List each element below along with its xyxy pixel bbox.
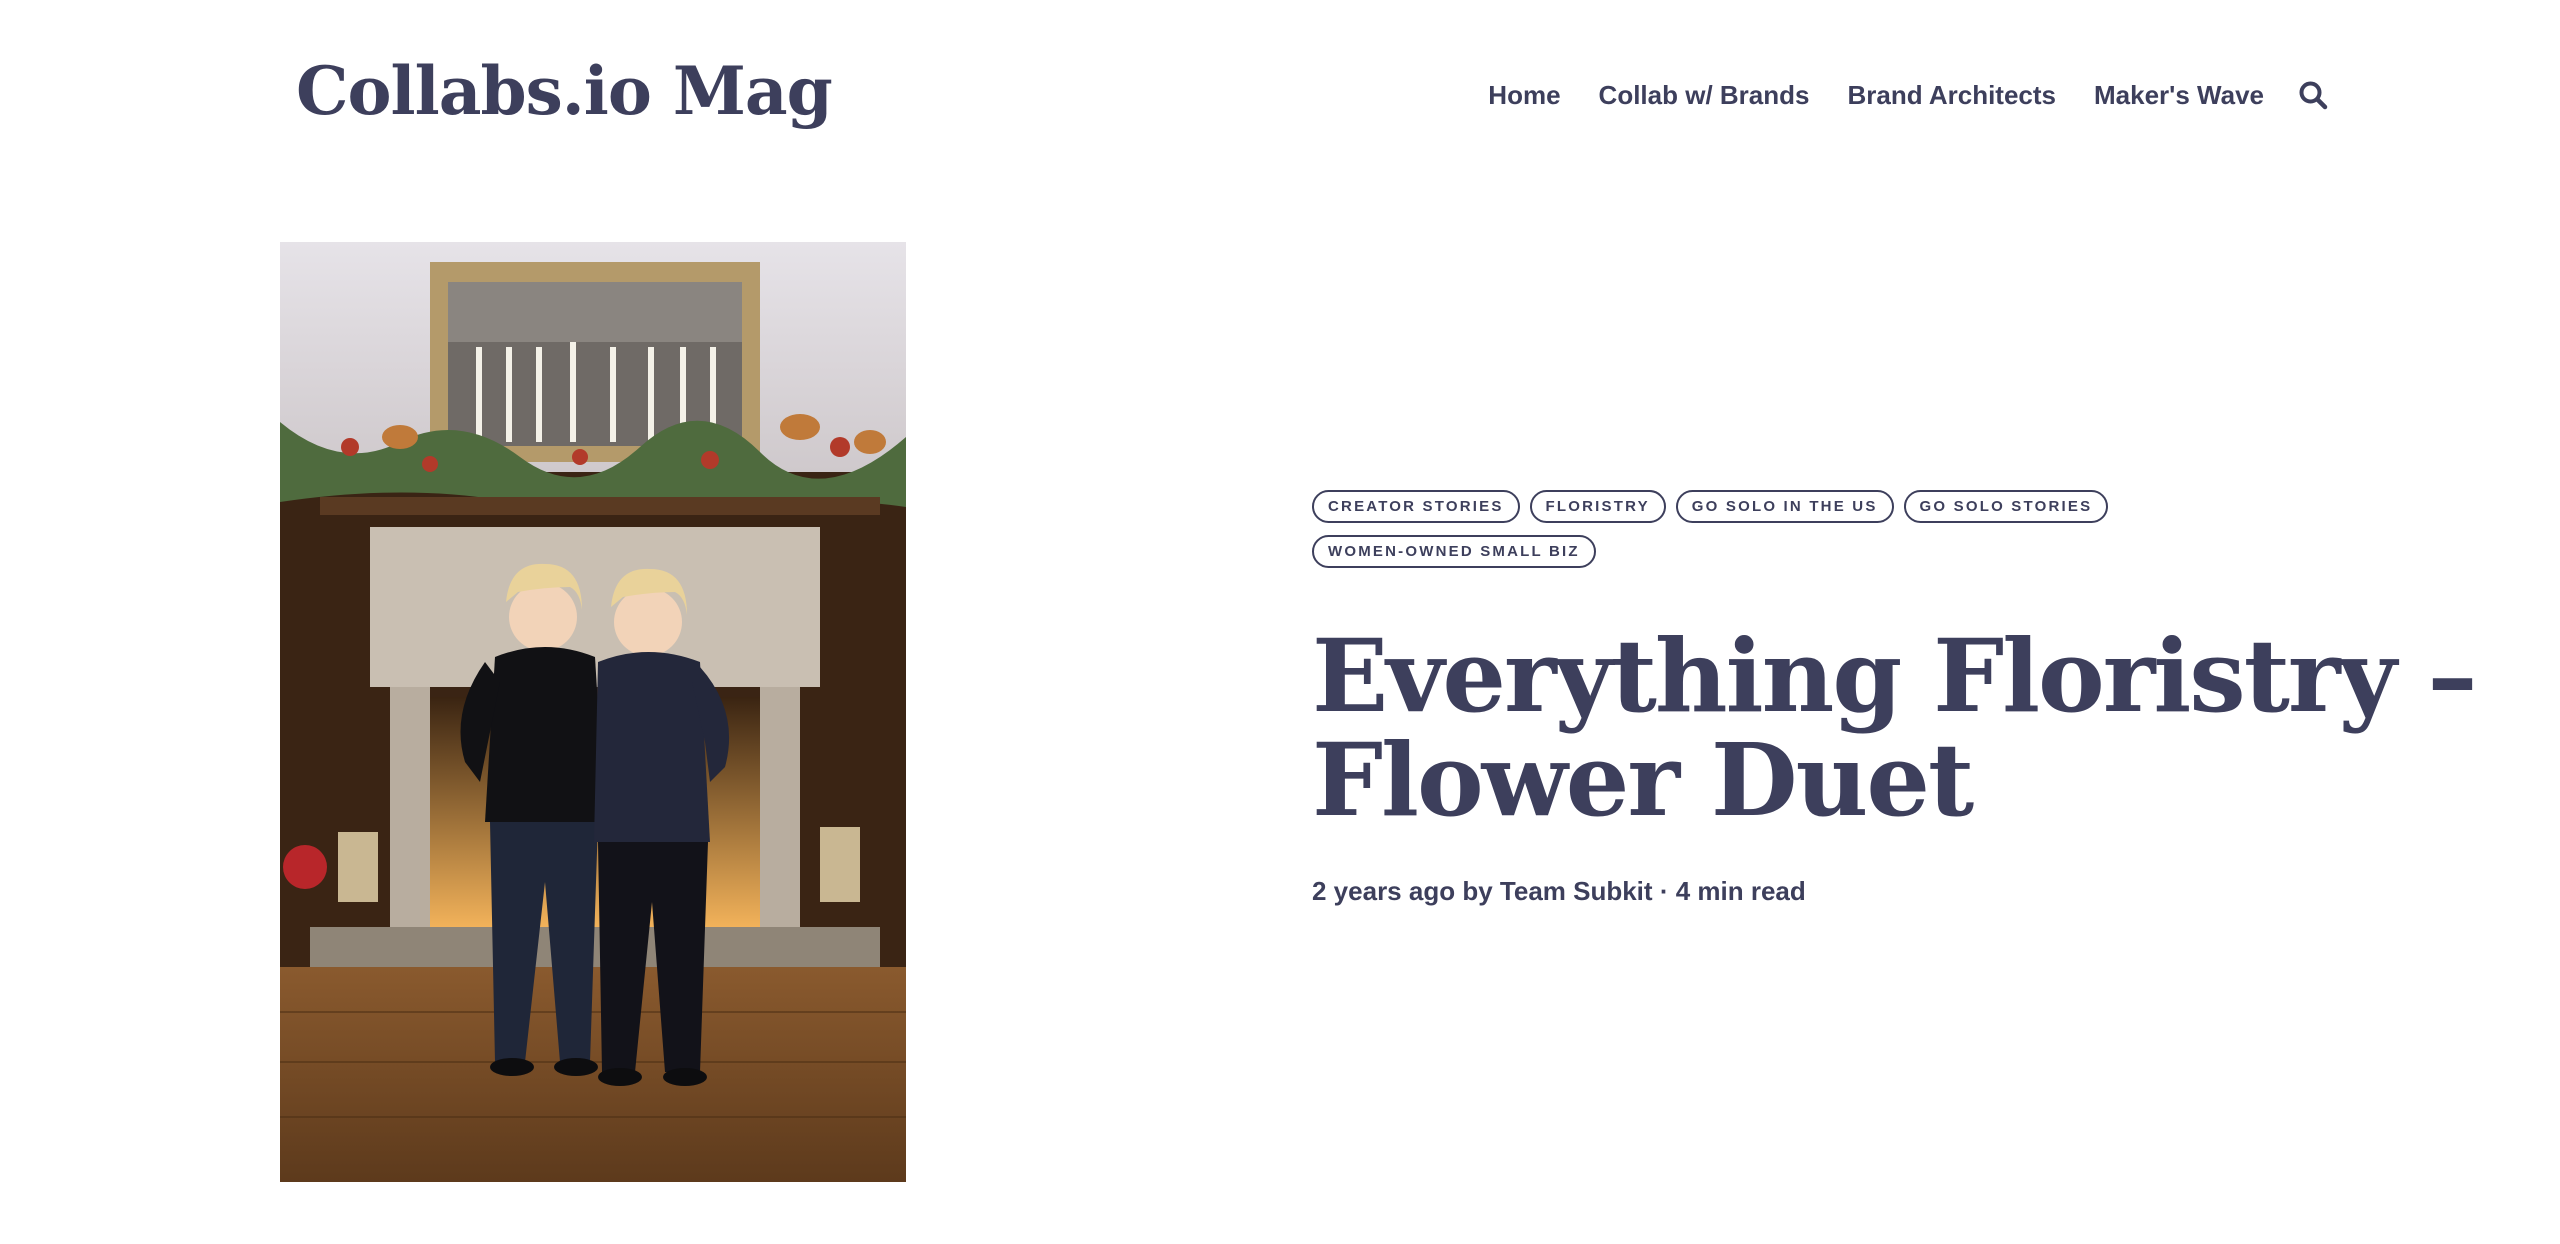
- featured-image: [280, 242, 906, 1182]
- article-read-time: 4 min read: [1675, 876, 1806, 906]
- featured-photo-illustration: [280, 242, 906, 1182]
- meta-separator: ·: [1659, 876, 1669, 906]
- tag-creator-stories[interactable]: CREATOR STORIES: [1312, 490, 1520, 523]
- tag-list: CREATOR STORIES FLORISTRY GO SOLO IN THE…: [1312, 490, 2132, 568]
- main-nav: Home Collab w/ Brands Brand Architects M…: [1488, 78, 2330, 112]
- article-meta: 2 years ago by Team Subkit · 4 min read: [1312, 876, 2542, 907]
- article-header: CREATOR STORIES FLORISTRY GO SOLO IN THE…: [1312, 490, 2542, 907]
- nav-item-brand-architects[interactable]: Brand Architects: [1847, 80, 2056, 111]
- nav-item-makers-wave[interactable]: Maker's Wave: [2094, 80, 2264, 111]
- page: Collabs.io Mag Home Collab w/ Brands Bra…: [0, 0, 2560, 1244]
- article-by: by: [1462, 876, 1493, 906]
- site-logo[interactable]: Collabs.io Mag: [296, 58, 833, 124]
- tag-go-solo-in-the-us[interactable]: GO SOLO IN THE US: [1675, 490, 1894, 523]
- article-author-link[interactable]: Team Subkit: [1500, 876, 1653, 906]
- tag-go-solo-stories[interactable]: GO SOLO STORIES: [1903, 490, 2109, 523]
- article-title: Everything Floristry – Flower Duet: [1312, 617, 2478, 839]
- article-time-ago: 2 years ago: [1312, 876, 1456, 906]
- tag-women-owned-small-biz[interactable]: WOMEN-OWNED SMALL BIZ: [1312, 535, 1596, 568]
- search-icon: [2299, 81, 2328, 110]
- tag-floristry[interactable]: FLORISTRY: [1529, 490, 1666, 523]
- search-button[interactable]: [2296, 78, 2330, 112]
- nav-item-home[interactable]: Home: [1488, 80, 1560, 111]
- nav-item-collab-w-brands[interactable]: Collab w/ Brands: [1599, 80, 1810, 111]
